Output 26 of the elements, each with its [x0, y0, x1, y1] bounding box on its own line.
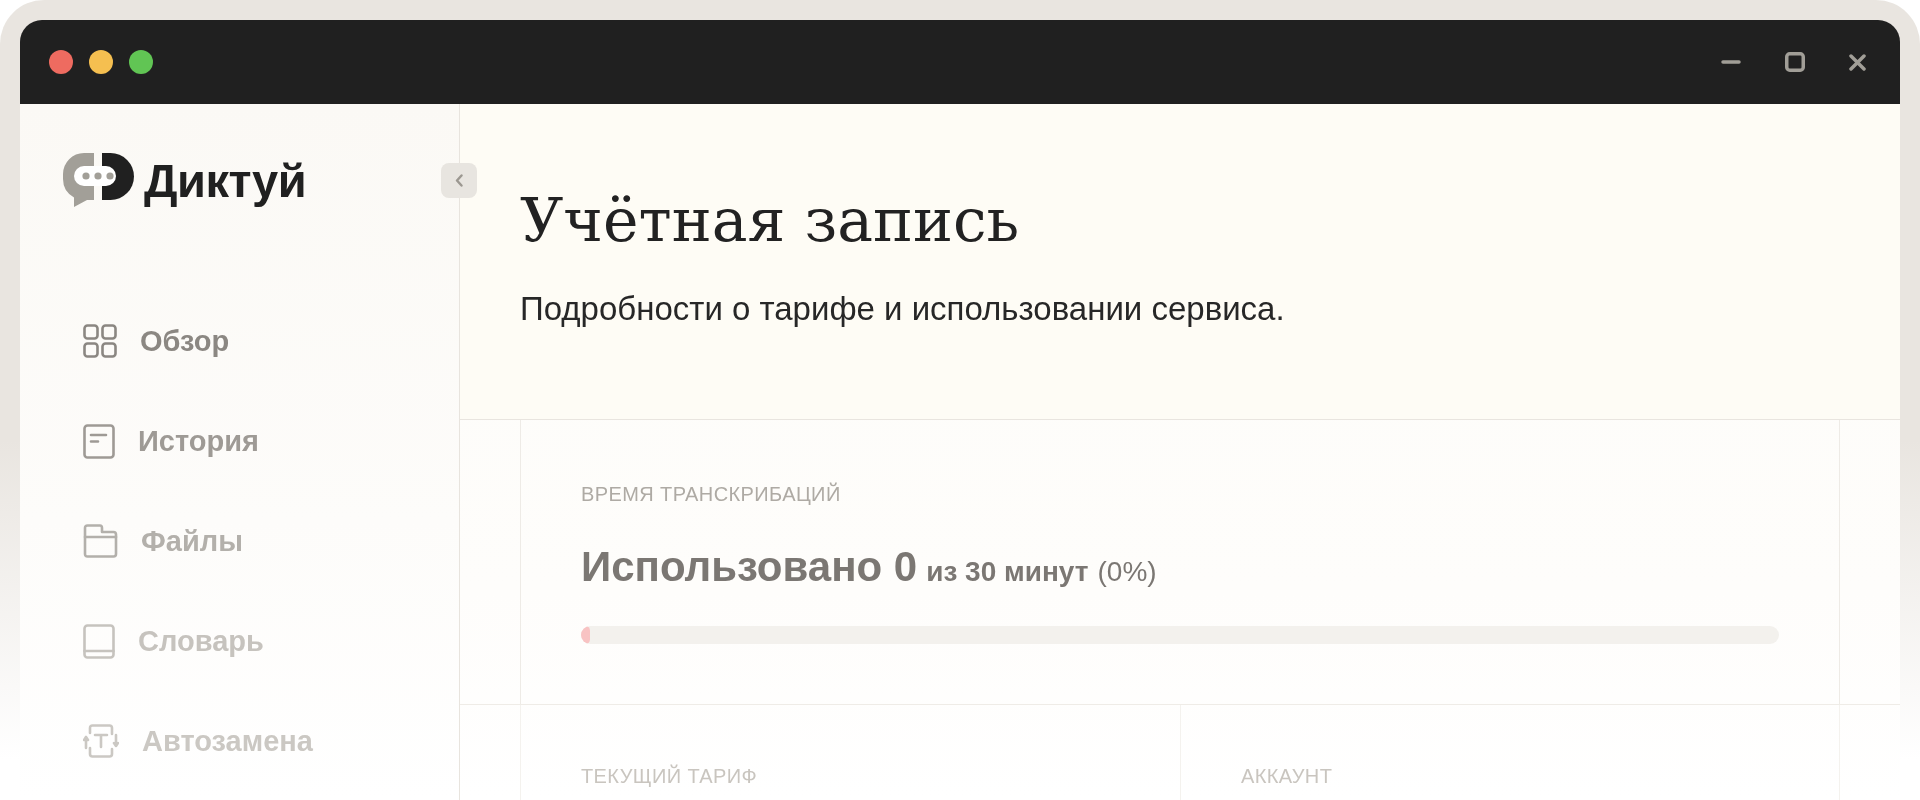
book-icon: [83, 623, 115, 659]
folder-icon: [83, 524, 118, 558]
nav-item[interactable]: Файлы: [63, 513, 416, 569]
nav-item[interactable]: Словарь: [63, 613, 416, 669]
card-label: ТЕКУЩИЙ ТАРИФ: [581, 764, 758, 788]
page-subtitle: Подробности о тарифе и использовании сервиса.: [520, 289, 1285, 329]
card-label: АККАУНТ: [1241, 764, 1333, 788]
usage-amount: Использовано 0: [581, 542, 918, 592]
close-dot-icon[interactable]: [49, 50, 73, 74]
nav-item[interactable]: Автозамена: [63, 713, 416, 769]
card-label: ВРЕМЯ ТРАНСКРИБАЦИЙ: [581, 482, 841, 506]
page-title: Учётная запись: [520, 184, 1020, 256]
logo-icon: [63, 153, 134, 207]
usage-limit: из 30 минут: [926, 555, 1089, 589]
nav-item[interactable]: История: [63, 413, 416, 469]
usage-percent: (0%): [1097, 555, 1157, 589]
minimize-icon[interactable]: [1721, 60, 1741, 64]
grid-icon: [83, 324, 117, 358]
minimize-dot-icon[interactable]: [89, 50, 113, 74]
chevron-left-icon: [455, 174, 463, 187]
maximize-icon[interactable]: [1785, 52, 1805, 72]
nav-item[interactable]: Обзор: [63, 313, 416, 369]
close-icon[interactable]: [1849, 53, 1866, 71]
replace-icon: [83, 724, 119, 758]
zoom-dot-icon[interactable]: [129, 50, 153, 74]
document-icon: [83, 423, 115, 459]
